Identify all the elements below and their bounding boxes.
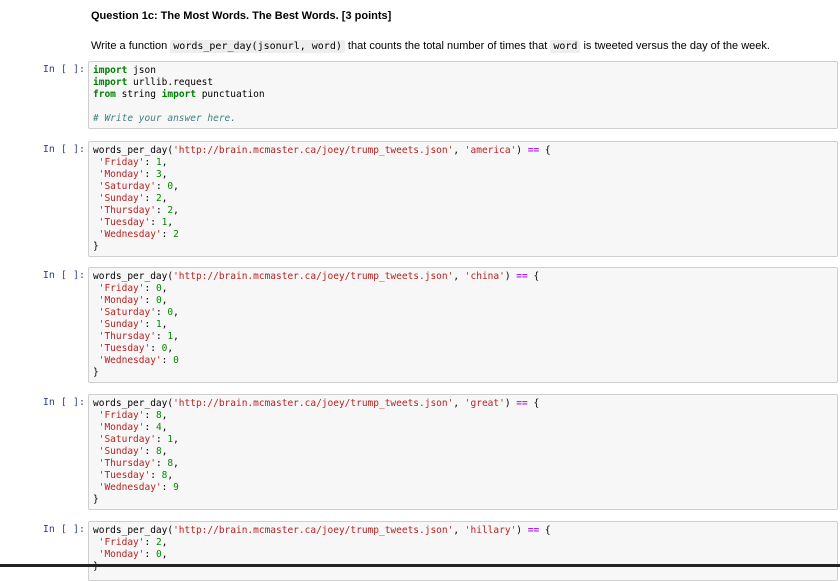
day-key: 'Sunday' (98, 193, 145, 204)
day-key: 'Monday' (98, 295, 145, 306)
code-editor[interactable]: words_per_day('http://brain.mcmaster.ca/… (88, 267, 838, 383)
day-count: 0 (161, 343, 168, 354)
day-key: 'Saturday' (98, 434, 156, 445)
input-prompt: In [ ]: (42, 64, 85, 75)
day-count: 0 (155, 283, 162, 294)
word-string: 'hillary' (464, 525, 517, 536)
code-editor[interactable]: words_per_day('http://brain.mcmaster.ca/… (88, 394, 838, 510)
desc-text-2: that counts the total number of times th… (344, 40, 551, 52)
day-key: 'Wednesday' (98, 229, 162, 240)
day-key: 'Sunday' (98, 446, 145, 457)
day-key: 'Friday' (98, 283, 145, 294)
word-string: 'america' (464, 145, 517, 156)
day-key: 'Friday' (98, 410, 145, 421)
keyword: from (93, 89, 116, 100)
code-comment: # Write your answer here. (93, 113, 236, 124)
day-count: 0 (155, 295, 162, 306)
equals-operator: == (527, 525, 540, 536)
word-code: word (550, 40, 581, 53)
code-editor[interactable]: import json import urllib.request from s… (88, 61, 838, 129)
day-count: 1 (167, 331, 174, 342)
day-count: 2 (155, 193, 162, 204)
code-text[interactable]: words_per_day('http://brain.mcmaster.ca/… (89, 142, 837, 256)
day-key: 'Thursday' (98, 331, 156, 342)
desc-text-3: is tweeted versus the day of the week. (580, 40, 770, 52)
url-string: 'http://brain.mcmaster.ca/joey/trump_twe… (173, 271, 454, 282)
day-count: 0 (167, 307, 174, 318)
day-key: 'Saturday' (98, 307, 156, 318)
day-count: 0 (167, 181, 174, 192)
url-string: 'http://brain.mcmaster.ca/joey/trump_twe… (173, 398, 454, 409)
keyword: import (161, 89, 196, 100)
code-editor[interactable]: words_per_day('http://brain.mcmaster.ca/… (88, 141, 838, 257)
input-prompt: In [ ]: (42, 397, 85, 408)
question-description: Write a function words_per_day(jsonurl, … (91, 38, 831, 55)
code-text[interactable]: words_per_day('http://brain.mcmaster.ca/… (89, 522, 837, 576)
day-count: 1 (155, 157, 162, 168)
code-text[interactable]: words_per_day('http://brain.mcmaster.ca/… (89, 395, 837, 509)
keyword: import (93, 65, 128, 76)
day-count: 2 (167, 205, 174, 216)
day-count: 8 (155, 410, 162, 421)
keyword: import (93, 77, 128, 88)
day-count: 1 (161, 217, 168, 228)
day-key: 'Sunday' (98, 319, 145, 330)
url-string: 'http://brain.mcmaster.ca/joey/trump_twe… (173, 525, 454, 536)
input-prompt: In [ ]: (42, 144, 85, 155)
day-key: 'Tuesday' (98, 217, 151, 228)
code-text[interactable]: words_per_day('http://brain.mcmaster.ca/… (89, 268, 837, 382)
day-key: 'Saturday' (98, 181, 156, 192)
day-key: 'Wednesday' (98, 355, 162, 366)
day-count: 1 (167, 434, 174, 445)
day-count: 0 (155, 549, 162, 560)
word-string: 'china' (464, 271, 505, 282)
word-string: 'great' (464, 398, 505, 409)
equals-operator: == (516, 271, 528, 282)
day-key: 'Thursday' (98, 458, 156, 469)
day-count: 8 (161, 470, 168, 481)
day-count: 3 (155, 169, 162, 180)
day-key: 'Wednesday' (98, 482, 162, 493)
day-count: 9 (173, 482, 179, 493)
day-key: 'Tuesday' (98, 343, 151, 354)
day-key: 'Monday' (98, 169, 145, 180)
day-count: 1 (155, 319, 162, 330)
equals-operator: == (516, 398, 528, 409)
day-count: 2 (173, 229, 179, 240)
input-prompt: In [ ]: (42, 524, 85, 535)
input-prompt: In [ ]: (42, 270, 85, 281)
day-count: 2 (155, 537, 162, 548)
day-key: 'Tuesday' (98, 470, 151, 481)
function-signature-code: words_per_day(jsonurl, word) (170, 40, 345, 53)
day-key: 'Monday' (98, 422, 145, 433)
day-count: 8 (167, 458, 174, 469)
day-key: 'Monday' (98, 549, 145, 560)
code-text[interactable]: import json import urllib.request from s… (89, 62, 837, 128)
day-count: 8 (155, 446, 162, 457)
day-key: 'Friday' (98, 157, 145, 168)
question-title: Question 1c: The Most Words. The Best Wo… (91, 10, 392, 22)
day-count: 0 (173, 355, 179, 366)
markdown-cell[interactable]: Question 1c: The Most Words. The Best Wo… (91, 8, 831, 55)
desc-text-1: Write a function (91, 40, 171, 52)
day-key: 'Thursday' (98, 205, 156, 216)
day-key: 'Friday' (98, 537, 145, 548)
code-editor[interactable]: words_per_day('http://brain.mcmaster.ca/… (88, 521, 838, 581)
url-string: 'http://brain.mcmaster.ca/joey/trump_twe… (173, 145, 454, 156)
day-count: 4 (155, 422, 162, 433)
equals-operator: == (527, 145, 540, 156)
